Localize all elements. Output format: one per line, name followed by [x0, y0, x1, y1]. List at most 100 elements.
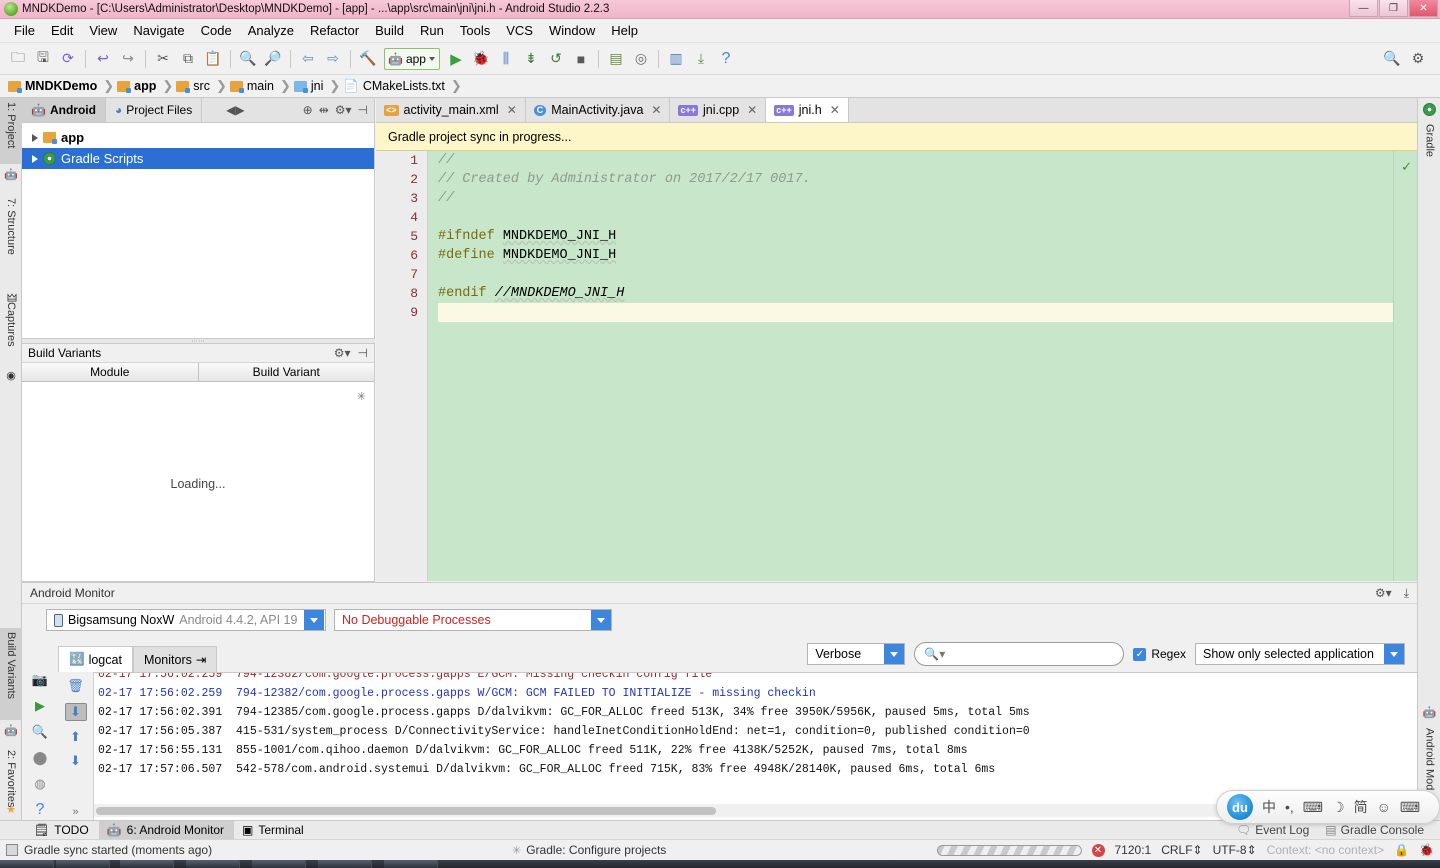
taskbar-item[interactable]	[318, 860, 372, 868]
tab-monitors[interactable]: Monitors ⇥	[132, 646, 218, 672]
menu-refactor[interactable]: Refactor	[302, 20, 367, 41]
close-icon[interactable]: ✕	[830, 103, 840, 117]
replace-icon[interactable]: 🔎	[261, 47, 285, 71]
minimize-button[interactable]: —	[1349, 0, 1378, 17]
clear-logcat-icon[interactable]: 🗑	[65, 678, 87, 695]
column-header-build-variant[interactable]: Build Variant	[199, 363, 375, 381]
search-everywhere-icon[interactable]: 🔍	[1380, 47, 1404, 71]
editor-tab-jni-cpp[interactable]: c++ jni.cpp ✕	[670, 98, 767, 122]
hide-icon[interactable]: ⤓	[1404, 586, 1409, 601]
code-editor[interactable]: 1 2 3 4 5 6 7 8 9 // // Created by Admin…	[376, 151, 1417, 581]
tree-item-gradle-scripts[interactable]: Gradle Scripts	[22, 148, 374, 169]
copy-icon[interactable]: ⧉	[176, 47, 200, 71]
chevron-down-icon[interactable]	[591, 610, 611, 630]
close-button[interactable]: ✕	[1409, 0, 1438, 17]
terminate-application-icon[interactable]: ⬤	[29, 748, 51, 768]
tab-android[interactable]: 🤖 Android	[22, 98, 106, 122]
sidebar-item-gradle[interactable]: Gradle	[1418, 120, 1440, 178]
chevron-down-icon[interactable]	[884, 644, 905, 664]
hide-icon[interactable]: ⊣	[358, 346, 368, 360]
memory-indicator-icon[interactable]: 🐞	[1419, 843, 1434, 857]
breadcrumb-item-project[interactable]: MNDKDemo	[8, 79, 100, 93]
sidebar-item-project[interactable]: 1: Project	[0, 98, 22, 164]
status-toggle-icon[interactable]	[6, 844, 18, 856]
scrollbar-thumb[interactable]	[96, 807, 716, 815]
log-level-selector[interactable]: Verbose	[807, 643, 906, 665]
chevron-right-icon[interactable]	[32, 133, 38, 142]
event-log-button[interactable]: 🗨 Event Log	[1236, 823, 1309, 837]
app-filter-selector[interactable]: Show only selected application	[1195, 643, 1405, 665]
caret-position[interactable]: 7120:1	[1115, 843, 1152, 857]
ime-user-icon[interactable]: ☺	[1377, 799, 1391, 815]
layout-inspector-icon[interactable]: ◍	[29, 774, 51, 794]
sync-gradle-icon[interactable]: ⤓	[689, 47, 713, 71]
taskbar-item[interactable]	[0, 860, 54, 868]
taskbar-item[interactable]	[56, 860, 110, 868]
gradle-console-button[interactable]: ▤ Gradle Console	[1325, 823, 1424, 837]
screen-record-icon[interactable]: ▶	[29, 696, 51, 716]
editor-tab-activity-main-xml[interactable]: <> activity_main.xml ✕	[376, 98, 526, 122]
open-icon[interactable]: 🗀	[6, 47, 30, 71]
breadcrumb-item-src[interactable]: src	[176, 79, 213, 93]
save-all-icon[interactable]: 🖫	[31, 47, 55, 71]
find-icon[interactable]: 🔍	[236, 47, 260, 71]
down-the-stack-icon[interactable]: ⬇	[65, 753, 87, 770]
redo-icon[interactable]: ↪	[116, 47, 140, 71]
close-icon[interactable]: ✕	[651, 103, 661, 117]
more-actions-icon[interactable]: »	[65, 804, 87, 821]
taskbar-item[interactable]	[252, 860, 306, 868]
navigate-back-icon[interactable]: ⇦	[296, 47, 320, 71]
regex-checkbox[interactable]: ✓ Regex	[1133, 647, 1186, 661]
search-input[interactable]: 🔍▾	[914, 642, 1125, 666]
chevron-down-icon[interactable]	[304, 610, 325, 630]
help-icon[interactable]: ?	[714, 47, 738, 71]
tab-project-files[interactable]: ◕ Project Files	[105, 98, 203, 122]
encoding-selector[interactable]: UTF-8⇕	[1213, 843, 1257, 857]
expand-collapse-icon[interactable]: ◀▶	[226, 103, 244, 117]
bottom-tab-android-monitor[interactable]: 🤖 6: Android Monitor	[98, 821, 235, 839]
paste-icon[interactable]: 📋	[201, 47, 225, 71]
menu-analyze[interactable]: Analyze	[240, 20, 302, 41]
up-the-stack-icon[interactable]: ⬆	[65, 729, 87, 746]
device-selector[interactable]: Bigsamsung NoxW Android 4.4.2, API 19	[46, 609, 326, 631]
ime-menu-icon[interactable]: ⌨	[1400, 799, 1420, 816]
run-with-coverage-icon[interactable]: ⫼	[494, 47, 518, 71]
breadcrumb-item-jni[interactable]: jni	[293, 79, 327, 93]
menu-help[interactable]: Help	[603, 20, 646, 41]
ime-simplified-icon[interactable]: 简	[1354, 797, 1368, 817]
breadcrumb-item-file[interactable]: 📄 CMakeLists.txt	[343, 79, 448, 94]
breadcrumb-item-app[interactable]: app	[117, 79, 159, 93]
editor-scrollbar[interactable]: ✓	[1393, 151, 1417, 581]
process-selector[interactable]: No Debuggable Processes	[334, 609, 612, 631]
attach-debugger-icon[interactable]: ⇟	[519, 47, 543, 71]
column-header-module[interactable]: Module	[22, 363, 199, 381]
menu-navigate[interactable]: Navigate	[125, 20, 192, 41]
error-icon[interactable]: ✕	[1091, 843, 1105, 857]
line-separator-selector[interactable]: CRLF⇕	[1161, 843, 1202, 857]
ime-moon-icon[interactable]: ☽	[1332, 799, 1345, 816]
help-icon[interactable]: ?	[29, 800, 51, 820]
debug-icon[interactable]: 🐞	[469, 47, 493, 71]
menu-build[interactable]: Build	[367, 20, 412, 41]
editor-tab-mainactivity-java[interactable]: C MainActivity.java ✕	[525, 98, 671, 122]
context-label[interactable]: Context: <no context>	[1267, 843, 1384, 857]
breadcrumb-item-main[interactable]: main	[229, 79, 277, 93]
close-icon[interactable]: ✕	[507, 103, 517, 117]
run-icon[interactable]: ▶	[444, 47, 468, 71]
ime-language-toggle[interactable]: 中	[1262, 797, 1276, 817]
taskbar-item[interactable]	[186, 860, 240, 868]
ime-logo-icon[interactable]: du	[1227, 794, 1253, 820]
sidebar-item-structure[interactable]: 7: Structure	[0, 194, 22, 274]
screenshot-icon[interactable]: 📷	[29, 670, 51, 690]
bottom-tab-terminal[interactable]: ▣ Terminal	[234, 821, 314, 839]
menu-vcs[interactable]: VCS	[498, 20, 541, 41]
settings-gear-icon[interactable]: ⚙	[1406, 47, 1430, 71]
ime-punctuation-icon[interactable]: •,	[1285, 799, 1294, 815]
run-configuration-selector[interactable]: 🤖 app	[384, 47, 440, 70]
gear-icon[interactable]: ⚙▾	[1375, 586, 1392, 601]
sidebar-item-build-variants[interactable]: Build Variants	[0, 628, 22, 720]
editor-tab-jni-h[interactable]: c++ jni.h ✕	[766, 98, 849, 122]
target-icon[interactable]: ⊕	[303, 103, 313, 117]
chevron-down-icon[interactable]	[1384, 644, 1404, 664]
sync-icon[interactable]: ⟳	[56, 47, 80, 71]
